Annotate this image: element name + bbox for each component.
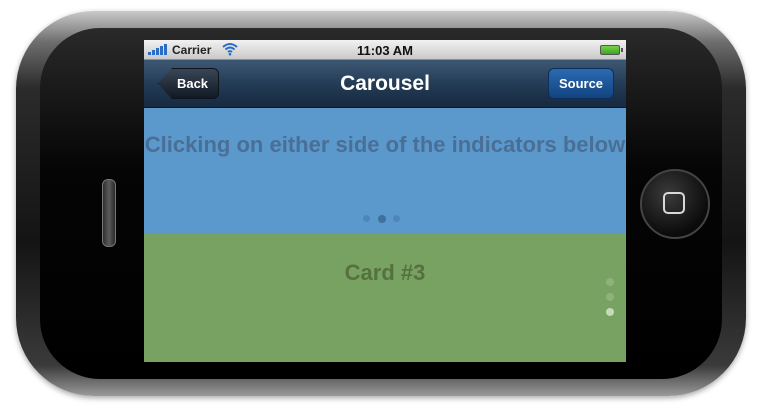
page-dot-1 xyxy=(606,278,614,286)
carousel-instruction-text: Clicking on either side of the indicator… xyxy=(144,132,626,157)
page-dot-3 xyxy=(393,215,400,222)
page-dot-2 xyxy=(606,293,614,301)
home-button-icon[interactable] xyxy=(640,169,710,239)
phone-screen: Carrier 11:03 AM Back Carousel Source Cl… xyxy=(144,40,626,362)
status-bar: Carrier 11:03 AM xyxy=(144,40,626,60)
page-dot-2 xyxy=(378,215,386,223)
source-button[interactable]: Source xyxy=(548,68,614,99)
speaker-icon xyxy=(102,179,116,247)
battery-icon xyxy=(600,45,623,55)
status-time: 11:03 AM xyxy=(357,43,413,58)
navigation-bar: Back Carousel Source xyxy=(144,60,626,108)
home-square-icon xyxy=(663,192,685,214)
horizontal-carousel[interactable]: Clicking on either side of the indicator… xyxy=(144,108,626,234)
page-dot-1 xyxy=(363,215,370,222)
vertical-carousel[interactable]: Card #3 xyxy=(144,234,626,362)
card-label: Card #3 xyxy=(344,260,426,285)
page-dot-3 xyxy=(606,308,614,316)
